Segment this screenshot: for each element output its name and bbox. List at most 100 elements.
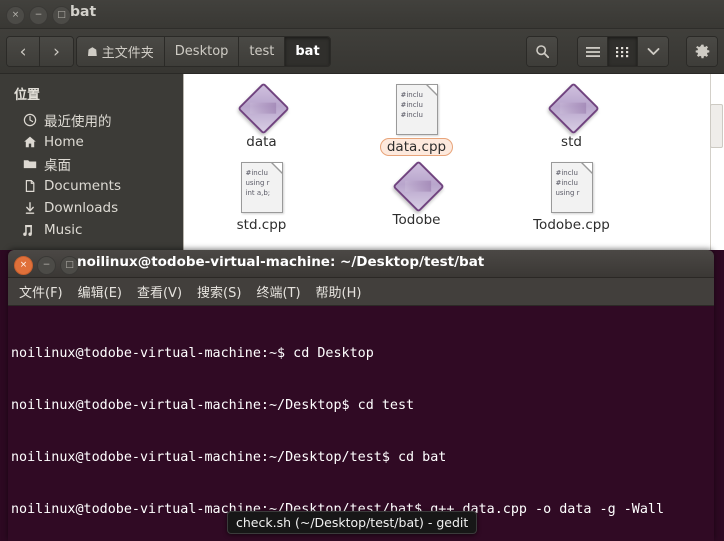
page-fold-icon <box>581 163 592 173</box>
search-icon[interactable] <box>527 37 557 66</box>
folder-icon <box>22 157 37 172</box>
grid-view-icon <box>616 46 629 57</box>
file-list-area[interactable]: data #inclu #inclu #inclu data.cpp std #… <box>183 74 724 250</box>
forward-button[interactable]: › <box>40 37 73 66</box>
sidebar-item-label: 最近使用的 <box>44 114 112 130</box>
file-manager-titlebar: × − □ bat <box>0 0 724 29</box>
clock-glyph <box>23 113 36 127</box>
breadcrumb-item-test[interactable]: test <box>239 37 286 66</box>
scrollbar-thumb[interactable] <box>710 104 723 148</box>
settings-group <box>686 36 718 67</box>
music-icon <box>22 223 37 238</box>
file-manager-title: bat <box>70 4 97 20</box>
view-mode-group <box>577 36 669 67</box>
sidebar-item-label: 桌面 <box>44 158 71 174</box>
text-file-icon: #inclu #inclu using r <box>550 162 593 213</box>
music-glyph <box>22 225 32 236</box>
menu-file[interactable]: 文件(F) <box>14 280 68 303</box>
home-icon: ☗ <box>87 44 98 59</box>
breadcrumb-item-home[interactable]: ☗ 主文件夹 <box>77 37 165 66</box>
gear-icon[interactable] <box>687 37 717 66</box>
file-item-todobe-cpp[interactable]: #inclu #inclu using r Todobe.cpp <box>494 158 649 236</box>
close-icon[interactable]: × <box>6 6 25 25</box>
list-view-icon <box>585 46 600 57</box>
terminal-line: noilinux@todobe-virtual-machine:~$ cd De… <box>11 345 374 361</box>
minimize-icon[interactable]: − <box>37 256 56 275</box>
page-fold-icon <box>426 85 437 95</box>
text-file-icon: #inclu using r int a,b; <box>240 162 283 213</box>
preview-line: #inclu <box>400 101 423 109</box>
terminal-screen[interactable]: noilinux@todobe-virtual-machine:~$ cd De… <box>8 306 714 541</box>
preview-line: #inclu <box>400 111 423 119</box>
menu-edit[interactable]: 编辑(E) <box>73 280 127 303</box>
breadcrumb-label: 主文件夹 <box>101 46 154 61</box>
sidebar-item-home[interactable]: Home <box>0 131 183 153</box>
document-glyph <box>25 180 34 192</box>
file-item-std-cpp[interactable]: #inclu using r int a,b; std.cpp <box>184 158 339 236</box>
folder-glyph <box>23 160 36 169</box>
preview-line: using r <box>555 189 580 197</box>
file-manager-window: × − □ bat ‹ › ☗ 主文件夹 Desktop test bat 位置… <box>0 0 724 250</box>
menu-help[interactable]: 帮助(H) <box>311 280 367 303</box>
sidebar-item-label: Downloads <box>44 200 119 216</box>
terminal-titlebar: × − □ noilinux@todobe-virtual-machine: ~… <box>8 250 714 278</box>
sidebar-item-music[interactable]: Music <box>0 219 183 241</box>
menu-search[interactable]: 搜索(S) <box>192 280 246 303</box>
sidebar-item-desktop[interactable]: 桌面 <box>0 153 183 175</box>
clock-icon <box>22 113 37 128</box>
search-glyph <box>535 45 549 59</box>
icon-grid: data #inclu #inclu #inclu data.cpp std #… <box>184 74 724 236</box>
minimize-icon[interactable]: − <box>29 6 48 25</box>
file-item-data[interactable]: data <box>184 80 339 158</box>
terminal-line: noilinux@todobe-virtual-machine:~/Deskto… <box>11 450 447 466</box>
text-file-icon: #inclu #inclu #inclu <box>395 84 438 135</box>
file-label: Todobe <box>392 212 441 228</box>
sidebar-item-recent[interactable]: 最近使用的 <box>0 109 183 131</box>
home-icon <box>22 135 37 150</box>
file-area-scrollbar[interactable] <box>710 74 724 250</box>
executable-icon <box>236 82 290 135</box>
preview-line: using r <box>245 179 270 187</box>
maximize-icon[interactable]: □ <box>52 6 71 25</box>
terminal-title: noilinux@todobe-virtual-machine: ~/Deskt… <box>77 254 485 270</box>
back-button[interactable]: ‹ <box>7 37 40 66</box>
sidebar-item-label: Music <box>44 222 83 238</box>
sidebar-item-downloads[interactable]: Downloads <box>0 197 183 219</box>
close-icon[interactable]: × <box>14 256 33 275</box>
download-glyph <box>25 202 34 214</box>
sidebar-item-label: Documents <box>44 178 121 194</box>
file-label: data <box>246 134 277 150</box>
file-label: std <box>561 134 582 150</box>
menu-view[interactable]: 查看(V) <box>132 280 187 303</box>
list-view-button[interactable] <box>578 37 608 66</box>
terminal-line: noilinux@todobe-virtual-machine:~/Deskto… <box>11 398 415 414</box>
chevron-down-icon[interactable] <box>638 37 668 66</box>
file-manager-window-controls: × − □ <box>6 6 71 25</box>
search-group <box>526 36 558 67</box>
file-manager-body: 位置 最近使用的 Home 桌面 Documents Downloads Mus… <box>0 74 724 250</box>
breadcrumb-item-desktop[interactable]: Desktop <box>164 37 240 66</box>
terminal-window-controls: × − □ <box>14 256 79 275</box>
breadcrumb-item-bat[interactable]: bat <box>285 37 330 66</box>
menu-terminal[interactable]: 终端(T) <box>251 280 305 303</box>
download-icon <box>22 201 37 216</box>
chevron-down-glyph <box>647 48 659 55</box>
sidebar: 位置 最近使用的 Home 桌面 Documents Downloads Mus… <box>0 74 183 250</box>
terminal-menubar: 文件(F) 编辑(E) 查看(V) 搜索(S) 终端(T) 帮助(H) <box>8 278 714 306</box>
sidebar-item-documents[interactable]: Documents <box>0 175 183 197</box>
file-item-std[interactable]: std <box>494 80 649 158</box>
file-item-todobe[interactable]: Todobe <box>339 158 494 236</box>
desktop: http://blog. csdn. net/Todobe × − □ bat … <box>0 0 724 541</box>
document-icon <box>22 179 37 194</box>
breadcrumb: ☗ 主文件夹 Desktop test bat <box>76 36 331 67</box>
page-fold-icon <box>271 163 282 173</box>
grid-view-button[interactable] <box>608 37 638 66</box>
executable-icon <box>546 82 600 135</box>
terminal-window: × − □ noilinux@todobe-virtual-machine: ~… <box>8 250 714 541</box>
file-label: data.cpp <box>379 138 454 156</box>
sidebar-item-label: Home <box>44 134 84 150</box>
executable-icon <box>391 160 445 213</box>
taskbar-tooltip: check.sh (~/Desktop/test/bat) - gedit <box>227 511 478 534</box>
file-item-data-cpp[interactable]: #inclu #inclu #inclu data.cpp <box>339 80 494 158</box>
home-glyph <box>23 136 36 148</box>
